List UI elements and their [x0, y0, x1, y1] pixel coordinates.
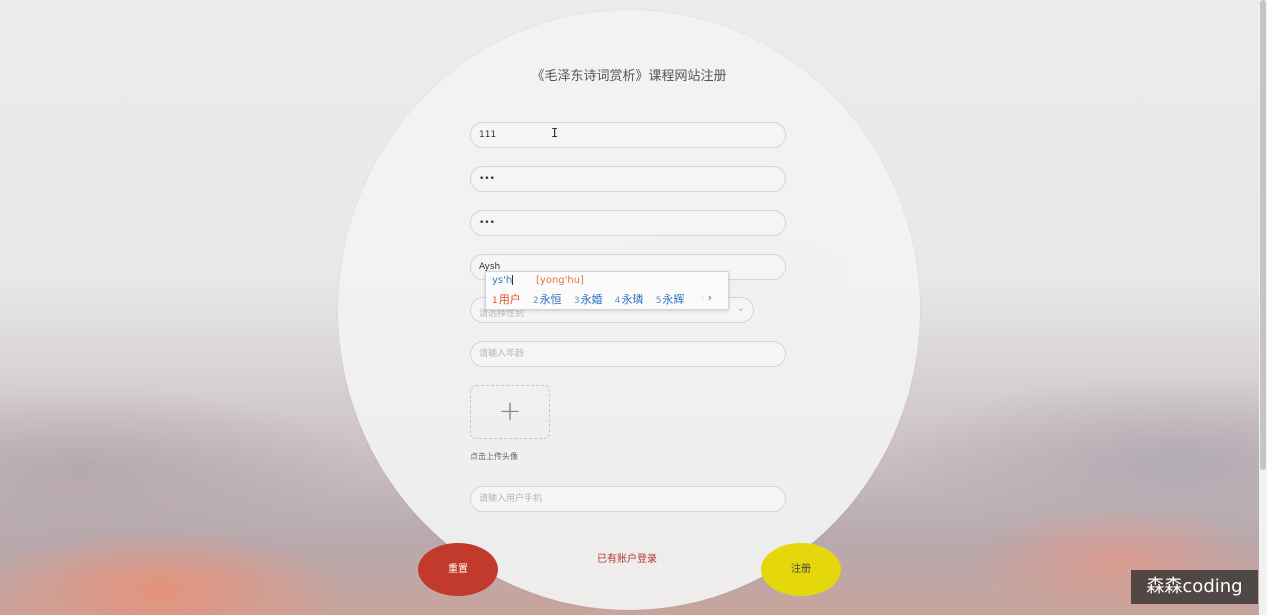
page-title: 《毛泽东诗词赏析》课程网站注册 [531, 69, 727, 84]
ime-candidate[interactable]: 2永恒 [533, 291, 562, 307]
upload-label: 点击上传头像 [470, 452, 518, 461]
ime-candidate-list: 1用户 2永恒 3永婚 4永璘 5永辉 [492, 291, 693, 307]
chevron-left-icon[interactable]: ‹ [700, 291, 704, 304]
ime-candidate[interactable]: 3永婚 [574, 291, 603, 307]
plus-icon: + [498, 394, 522, 427]
ime-candidate[interactable]: 1用户 [492, 291, 521, 307]
page-scrollbar[interactable] [1259, 0, 1267, 615]
ime-candidate-window: ys'h [yong'hu] 1用户 2永恒 3永婚 4永璘 5永辉 ‹ › [485, 271, 729, 310]
username-input[interactable] [470, 122, 786, 148]
confirm-password-input[interactable] [470, 210, 786, 236]
reset-button[interactable]: 重置 [418, 543, 498, 596]
age-input[interactable] [470, 341, 786, 367]
login-link[interactable]: 已有账户登录 [597, 550, 657, 565]
scrollbar-thumb[interactable] [1260, 0, 1266, 470]
watermark: 森森coding [1131, 570, 1258, 604]
avatar-upload[interactable]: + [470, 385, 550, 439]
phone-input[interactable] [470, 486, 786, 512]
ime-candidate[interactable]: 4永璘 [615, 291, 644, 307]
text-cursor-icon: I [551, 126, 559, 140]
ime-pinyin: [yong'hu] [536, 275, 584, 286]
ime-candidate[interactable]: 5永辉 [656, 291, 685, 307]
register-button[interactable]: 注册 [761, 543, 841, 596]
password-input[interactable] [470, 166, 786, 192]
ime-composition: ys'h [492, 275, 514, 286]
chevron-down-icon: ⌄ [736, 303, 745, 314]
ime-pager[interactable]: ‹ › [700, 291, 712, 304]
chevron-right-icon[interactable]: › [708, 291, 712, 304]
